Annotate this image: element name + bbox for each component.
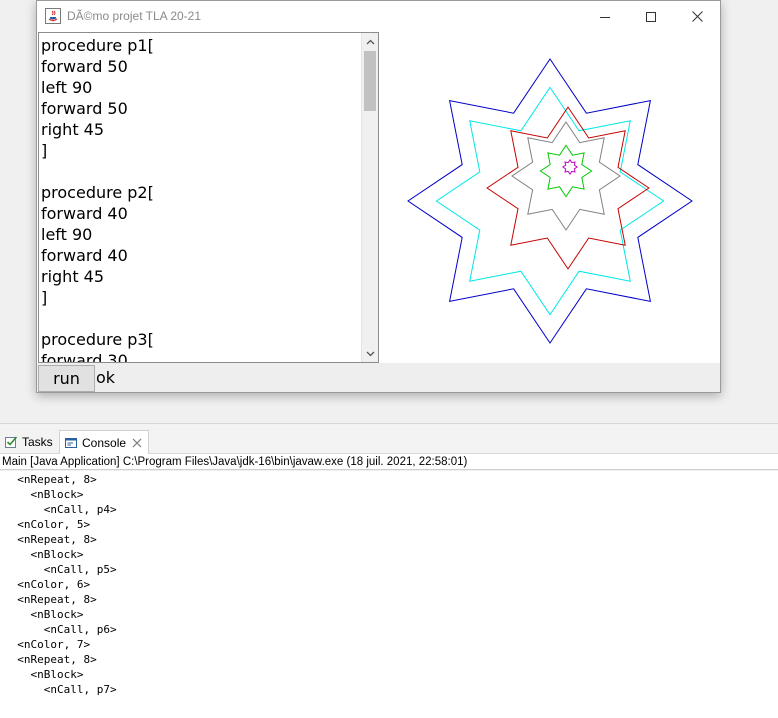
minimize-button[interactable] [582,1,628,32]
console-output[interactable]: <nRepeat, 8> <nBlock> <nCall, p4> <nColo… [0,471,778,718]
vertical-scrollbar[interactable] [361,33,378,362]
title-bar[interactable]: DÃ©mo projet TLA 20-21 [37,1,720,32]
tasks-icon [5,436,18,448]
star-outline-6 [561,158,579,176]
console-icon [65,438,77,448]
console-output-text: <nRepeat, 8> <nBlock> <nCall, p4> <nColo… [17,473,117,696]
star-outline-4 [511,121,621,231]
chevron-up-icon [366,39,374,44]
window-title: DÃ©mo projet TLA 20-21 [67,9,202,23]
minimize-icon [600,16,610,18]
turtle-drawing [407,58,693,344]
close-button[interactable] [674,1,720,32]
star-outline-3 [486,106,650,270]
tab-tasks[interactable]: Tasks [4,430,58,454]
java-coffee-icon [45,8,61,24]
code-editor[interactable]: procedure p1[ forward 50 left 90 forward… [38,32,379,363]
scroll-down-button[interactable] [362,345,378,362]
maximize-button[interactable] [628,1,674,32]
run-button[interactable]: run [38,365,95,392]
code-text[interactable]: procedure p1[ forward 50 left 90 forward… [41,35,361,362]
tab-console[interactable]: Console [59,430,149,455]
views-tab-bar: Tasks Console [0,430,778,455]
tab-console-label: Console [82,436,127,450]
close-icon [691,11,703,22]
status-text: ok [96,368,116,387]
tab-tasks-label: Tasks [22,435,53,449]
close-tab-icon[interactable] [132,438,142,448]
scrollbar-thumb[interactable] [364,51,376,111]
star-outline-1 [407,58,693,344]
star-outline-5 [539,144,593,198]
turtle-drawing-canvas [379,32,720,363]
console-launch-header: Main [Java Application] C:\Program Files… [0,454,778,470]
maximize-icon [646,11,656,22]
view-sash[interactable] [0,423,778,429]
chevron-down-icon [366,351,374,356]
scroll-up-button[interactable] [362,33,378,50]
app-window: DÃ©mo projet TLA 20-21 procedure p1[ for… [36,0,721,393]
bottom-bar: run ok [37,363,720,392]
